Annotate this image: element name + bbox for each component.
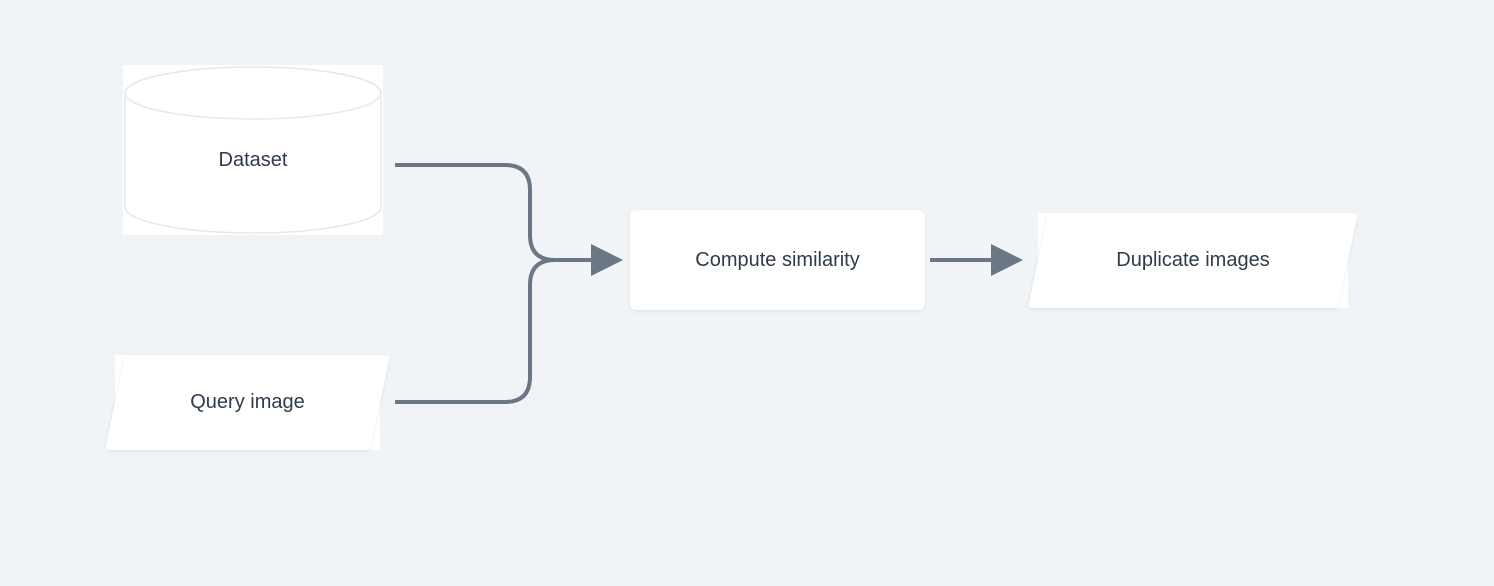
node-compute-label: Compute similarity: [695, 249, 859, 272]
edge-query-to-compute: [395, 260, 555, 402]
node-output: Duplicate images: [1038, 213, 1348, 308]
flow-diagram: Dataset Query image Compute similarity D…: [0, 0, 1494, 586]
edge-dataset-to-compute: [395, 165, 615, 260]
node-dataset: Dataset: [123, 65, 383, 235]
node-query: Query image: [115, 355, 380, 450]
node-query-label: Query image: [190, 391, 305, 414]
node-dataset-label: Dataset: [219, 149, 288, 172]
node-compute: Compute similarity: [630, 210, 925, 310]
node-output-label: Duplicate images: [1116, 249, 1269, 272]
